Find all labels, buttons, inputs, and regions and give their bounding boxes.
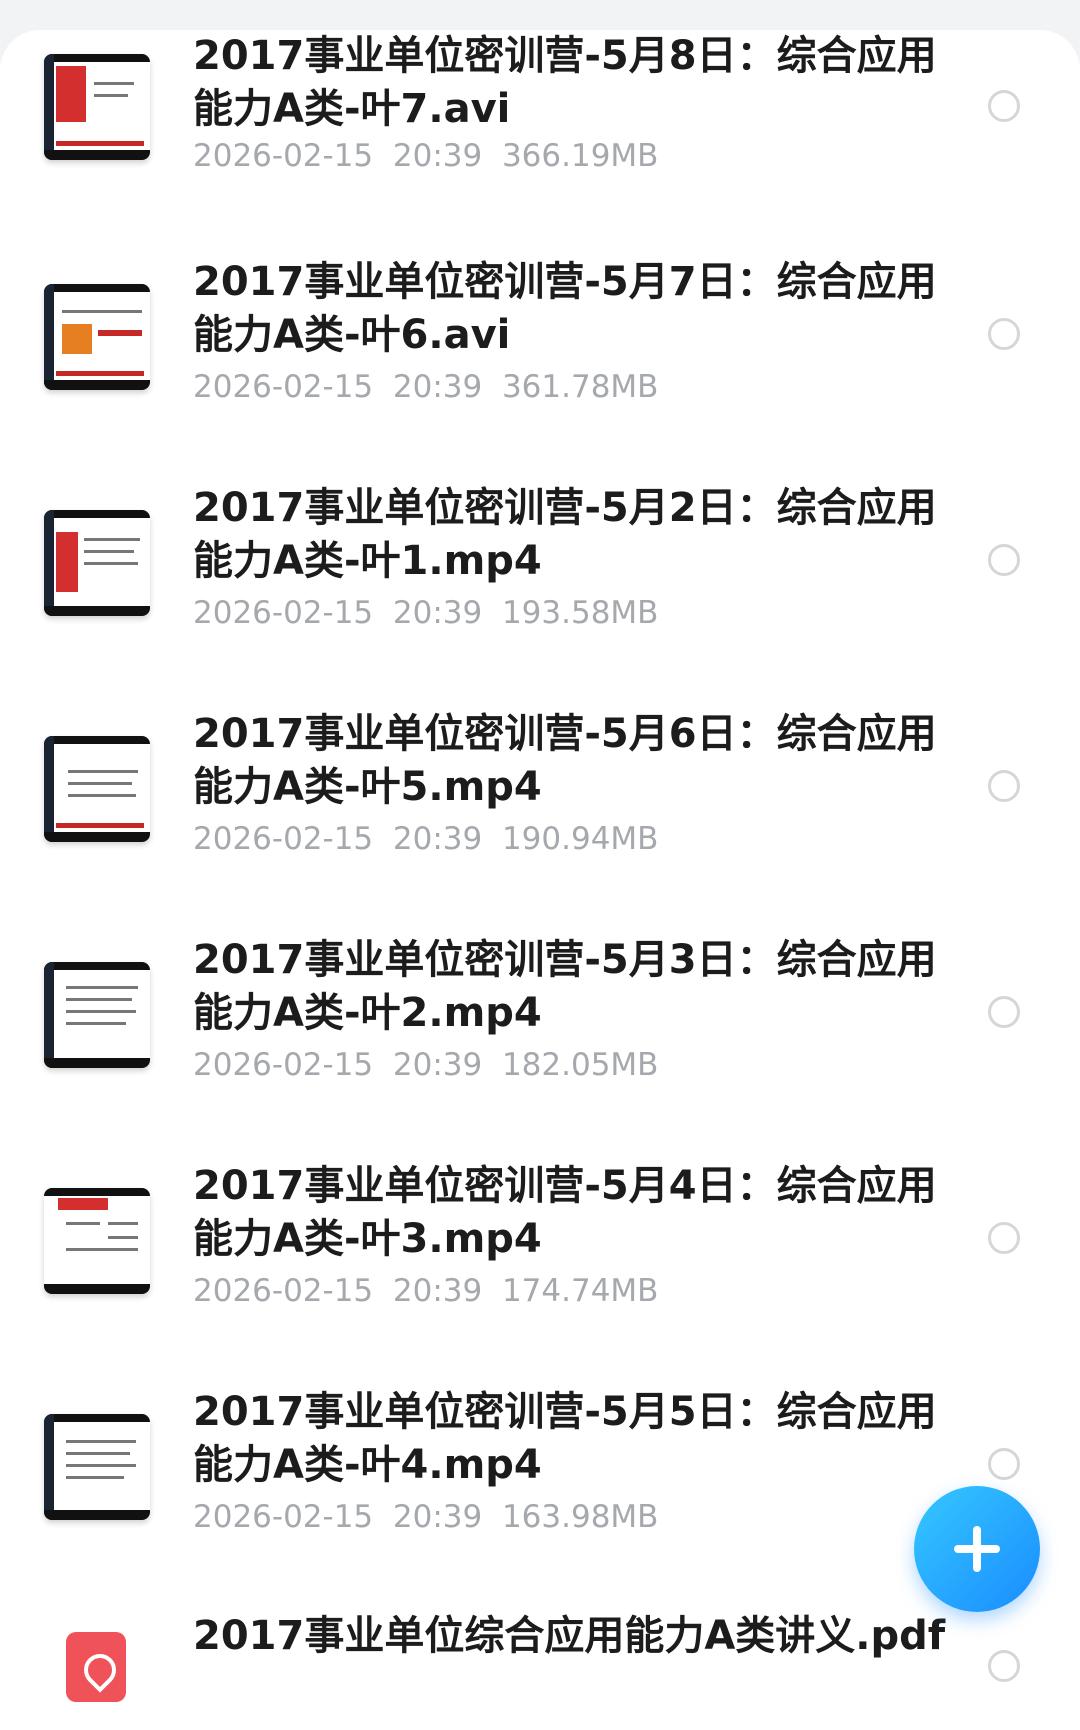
file-date: 2026-02-15 — [193, 1273, 374, 1309]
file-date: 2026-02-15 — [193, 138, 374, 174]
file-size: 163.98MB — [501, 1499, 659, 1535]
file-name: 2017事业单位密训营-5月5日：综合应用能力A类-叶4.mp4 — [193, 1389, 937, 1488]
video-thumbnail — [44, 736, 150, 842]
select-radio[interactable] — [988, 1448, 1020, 1480]
file-size: 182.05MB — [501, 1047, 659, 1083]
video-thumbnail — [44, 1414, 150, 1520]
file-row[interactable]: 2017事业单位密训营-5月6日：综合应用能力A类-叶5.mp4 2026-02… — [0, 708, 1080, 934]
file-time: 20:39 — [392, 1273, 483, 1309]
file-size: 361.78MB — [501, 369, 659, 405]
file-meta: 2026-02-15 20:39 163.98MB — [193, 1499, 658, 1535]
file-meta: 2026-02-15 20:39 182.05MB — [193, 1047, 658, 1083]
video-thumbnail — [44, 54, 150, 160]
file-time: 20:39 — [392, 595, 483, 631]
file-size: 366.19MB — [501, 138, 659, 174]
file-name: 2017事业单位密训营-5月6日：综合应用能力A类-叶5.mp4 — [193, 711, 937, 810]
file-date: 2026-02-15 — [193, 369, 374, 405]
select-radio[interactable] — [988, 318, 1020, 350]
file-time: 20:39 — [392, 138, 483, 174]
file-name: 2017事业单位密训营-5月8日：综合应用能力A类-叶7.avi — [193, 33, 937, 132]
file-name: 2017事业单位密训营-5月2日：综合应用能力A类-叶1.mp4 — [193, 485, 937, 584]
select-radio[interactable] — [988, 1222, 1020, 1254]
add-button[interactable] — [914, 1486, 1040, 1612]
file-name: 2017事业单位密训营-5月4日：综合应用能力A类-叶3.mp4 — [193, 1163, 937, 1262]
file-meta: 2026-02-15 20:39 366.19MB — [193, 138, 658, 174]
file-time: 20:39 — [392, 1499, 483, 1535]
select-radio[interactable] — [988, 90, 1020, 122]
file-time: 20:39 — [392, 1047, 483, 1083]
file-time: 20:39 — [392, 821, 483, 857]
video-thumbnail — [44, 1188, 150, 1294]
file-meta: 2026-02-15 20:39 190.94MB — [193, 821, 658, 857]
file-date: 2026-02-15 — [193, 1047, 374, 1083]
file-row[interactable]: 2017事业单位密训营-5月7日：综合应用能力A类-叶6.avi 2026-02… — [0, 256, 1080, 482]
file-date: 2026-02-15 — [193, 595, 374, 631]
video-thumbnail — [44, 510, 150, 616]
file-meta: 2026-02-15 20:39 361.78MB — [193, 369, 658, 405]
file-row[interactable]: 2017事业单位密训营-5月5日：综合应用能力A类-叶4.mp4 2026-02… — [0, 1386, 1080, 1612]
video-thumbnail — [44, 284, 150, 390]
pdf-file-name[interactable]: 2017事业单位综合应用能力A类讲义.pdf — [193, 1610, 945, 1663]
file-name: 2017事业单位密训营-5月7日：综合应用能力A类-叶6.avi — [193, 259, 937, 358]
file-size: 190.94MB — [501, 821, 659, 857]
file-size: 193.58MB — [501, 595, 659, 631]
file-meta: 2026-02-15 20:39 174.74MB — [193, 1273, 658, 1309]
file-name: 2017事业单位密训营-5月3日：综合应用能力A类-叶2.mp4 — [193, 937, 937, 1036]
file-row[interactable]: 2017事业单位密训营-5月3日：综合应用能力A类-叶2.mp4 2026-02… — [0, 934, 1080, 1160]
file-date: 2026-02-15 — [193, 1499, 374, 1535]
file-time: 20:39 — [392, 369, 483, 405]
video-thumbnail — [44, 962, 150, 1068]
select-radio[interactable] — [988, 996, 1020, 1028]
file-size: 174.74MB — [501, 1273, 659, 1309]
file-row[interactable]: 2017事业单位密训营-5月2日：综合应用能力A类-叶1.mp4 2026-02… — [0, 482, 1080, 708]
file-row[interactable]: 2017事业单位密训营-5月4日：综合应用能力A类-叶3.mp4 2026-02… — [0, 1160, 1080, 1386]
file-row[interactable]: 2017事业单位密训营-5月8日：综合应用能力A类-叶7.avi 2026-02… — [0, 30, 1080, 256]
select-radio[interactable] — [988, 770, 1020, 802]
select-radio[interactable] — [988, 544, 1020, 576]
file-meta: 2026-02-15 20:39 193.58MB — [193, 595, 658, 631]
file-date: 2026-02-15 — [193, 821, 374, 857]
select-radio[interactable] — [988, 1650, 1020, 1682]
pdf-icon — [66, 1632, 126, 1702]
